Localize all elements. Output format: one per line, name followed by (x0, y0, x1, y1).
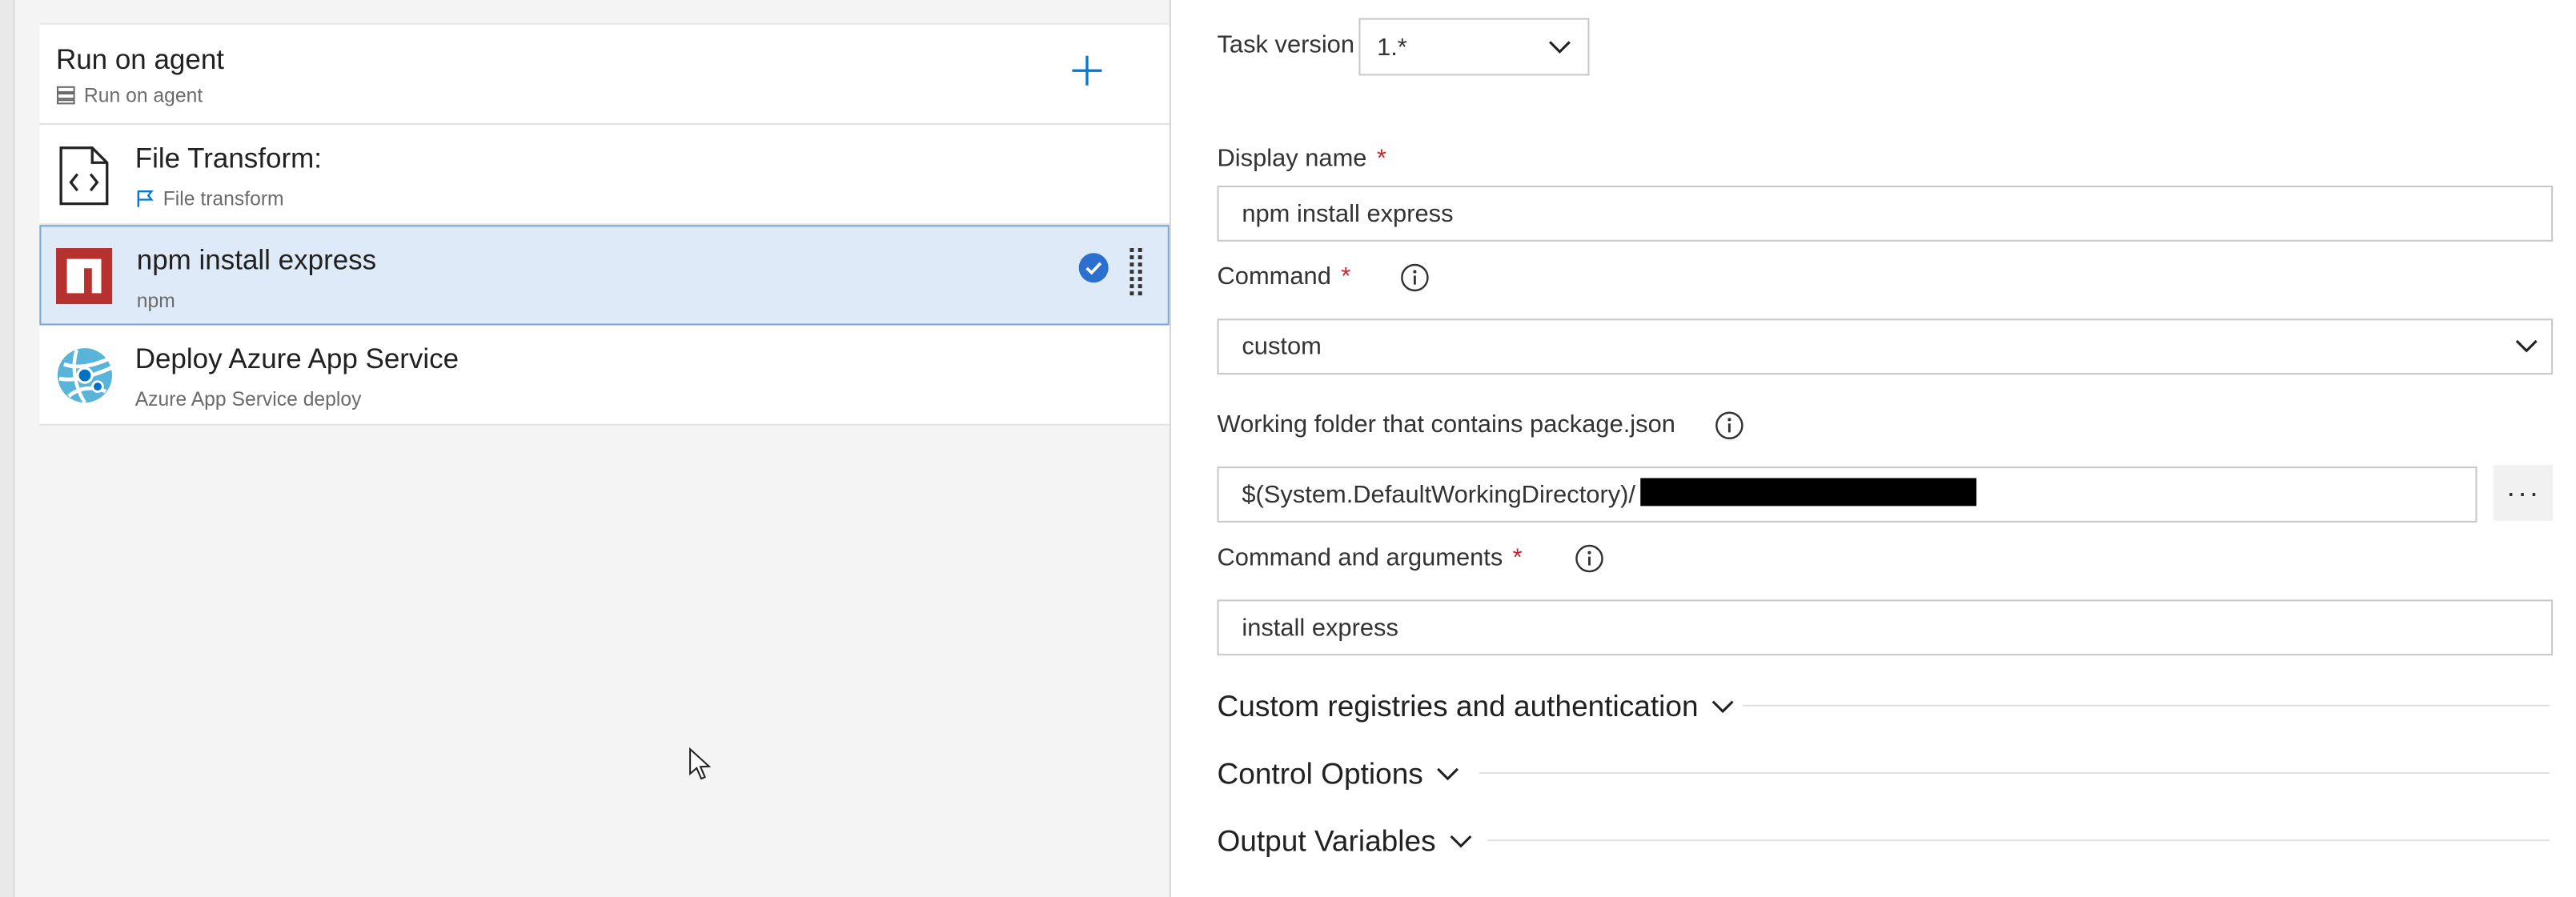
drag-handle-icon[interactable] (1126, 246, 1146, 302)
add-task-button[interactable] (1064, 48, 1110, 94)
redacted-path-block (1640, 478, 1976, 507)
phase-run-on-agent[interactable]: Run on agent Run on agent (39, 22, 1170, 126)
required-mark: * (1512, 543, 1523, 572)
task-subtitle: Azure App Service deploy (135, 388, 362, 411)
azure-app-service-icon (57, 348, 114, 404)
task-subtitle-text: npm (136, 289, 175, 313)
command-dropdown[interactable]: custom (1217, 318, 2554, 375)
display-name-input[interactable] (1217, 186, 2554, 242)
required-mark: * (1341, 262, 1351, 291)
task-title: npm install express (136, 244, 377, 276)
task-list-pane: Run on agent Run on agent File Transform… (0, 0, 1170, 897)
section-title: Custom registries and authentication (1217, 689, 1699, 723)
file-code-icon (59, 146, 109, 206)
command-label: Command * (1217, 262, 1350, 290)
phase-subtitle: Run on agent (56, 83, 203, 107)
task-subtitle: File transform (135, 187, 284, 210)
section-title: Control Options (1217, 756, 1423, 790)
working-folder-label: Working folder that contains package.jso… (1217, 410, 1675, 438)
mouse-cursor-icon (689, 747, 712, 780)
section-title: Output Variables (1217, 823, 1436, 857)
phase-subtitle-text: Run on agent (83, 83, 203, 107)
task-subtitle-text: File transform (163, 187, 284, 210)
section-divider (1742, 704, 2550, 707)
task-version-value: 1.* (1377, 33, 1407, 61)
command-args-label: Command and arguments * (1217, 544, 1522, 572)
task-subtitle-text: Azure App Service deploy (134, 387, 362, 411)
server-icon (56, 86, 75, 105)
command-args-label-text: Command and arguments (1217, 543, 1503, 572)
task-title: Deploy Azure App Service (134, 343, 459, 375)
task-version-label-text: Task version (1217, 31, 1355, 59)
chevron-down-icon (1712, 699, 1734, 713)
working-folder-field-wrap (1217, 467, 2478, 523)
phase-title: Run on agent (55, 44, 225, 76)
section-custom-registries[interactable]: Custom registries and authentication (1217, 687, 1734, 726)
display-name-label: Display name * (1217, 145, 1386, 173)
task-list: Run on agent Run on agent File Transform… (39, 22, 1170, 426)
left-rail (0, 0, 15, 897)
section-control-options[interactable]: Control Options (1217, 754, 1459, 793)
task-npm-install-express[interactable]: npm install express npm (39, 225, 1170, 326)
required-mark: * (1376, 144, 1386, 173)
task-version-label: Task version (1217, 31, 1354, 59)
plus-icon (1072, 55, 1102, 86)
command-args-info-icon[interactable] (1575, 544, 1604, 574)
command-info-icon[interactable] (1400, 262, 1430, 292)
task-title: File Transform: (134, 142, 322, 174)
command-label-text: Command (1217, 262, 1331, 291)
task-version-dropdown[interactable]: 1.* (1358, 18, 1590, 76)
task-properties-pane: Task version 1.* Display name * Command … (1169, 0, 2576, 897)
command-value: custom (1242, 332, 1322, 361)
flag-icon (137, 190, 154, 207)
check-circle-icon (1078, 253, 1109, 283)
section-divider (1479, 771, 2550, 775)
chevron-down-icon (1549, 40, 1571, 53)
task-file-transform[interactable]: File Transform: File transform (39, 125, 1170, 226)
chevron-down-icon (1450, 834, 1471, 847)
working-folder-label-text: Working folder that contains package.jso… (1217, 410, 1675, 439)
chevron-down-icon (1437, 767, 1459, 780)
npm-logo-icon (55, 248, 113, 305)
chevron-down-icon (2515, 339, 2538, 353)
command-args-input[interactable] (1217, 599, 2554, 656)
task-subtitle: npm (137, 289, 175, 312)
section-divider (1487, 839, 2550, 842)
task-deploy-azure-app-service[interactable]: Deploy Azure App Service Azure App Servi… (39, 325, 1170, 426)
display-name-label-text: Display name (1217, 144, 1367, 173)
section-output-variables[interactable]: Output Variables (1217, 822, 1471, 861)
working-folder-info-icon[interactable] (1715, 410, 1744, 440)
browse-button[interactable]: ··· (2494, 465, 2554, 521)
